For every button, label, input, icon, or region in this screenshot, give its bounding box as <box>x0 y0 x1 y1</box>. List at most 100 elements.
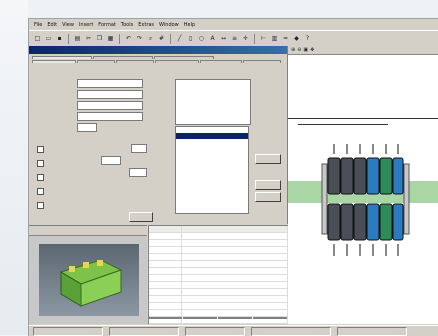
layer-icon[interactable]: ≡ <box>230 34 239 44</box>
save-icon[interactable]: ▪ <box>55 34 64 44</box>
table-row[interactable] <box>149 233 288 240</box>
form-field-small[interactable] <box>77 123 97 132</box>
checkbox[interactable] <box>37 146 44 153</box>
article-list[interactable] <box>175 126 249 214</box>
marker-icon[interactable]: ◆ <box>292 34 301 44</box>
form-row <box>35 122 155 133</box>
category-tree[interactable] <box>175 79 251 125</box>
table-row[interactable] <box>149 296 288 303</box>
dialog-tab[interactable] <box>200 60 242 63</box>
table-row[interactable] <box>149 275 288 282</box>
rect-icon[interactable]: ▯ <box>186 34 195 44</box>
drawing-canvas[interactable]: ⊕ ⊖ ▣ ✥ <box>288 46 438 324</box>
measure-icon[interactable]: ⊢ <box>259 34 268 44</box>
table-row[interactable] <box>149 247 288 254</box>
checkbox[interactable] <box>37 160 44 167</box>
form-field[interactable] <box>77 112 143 121</box>
table-row[interactable] <box>149 261 288 268</box>
text-icon[interactable]: A <box>208 34 217 44</box>
form-field[interactable] <box>77 90 143 99</box>
grid-icon[interactable]: # <box>157 34 166 44</box>
dialog-tab[interactable] <box>155 60 199 63</box>
dialog-button[interactable] <box>255 192 281 202</box>
open-icon[interactable]: ▭ <box>44 34 53 44</box>
3d-viewport[interactable] <box>39 244 139 316</box>
parts-table-panel <box>148 225 288 331</box>
value-field[interactable] <box>101 156 121 165</box>
menu-tools[interactable]: Tools <box>120 22 134 28</box>
menu-format[interactable]: Format <box>97 22 117 28</box>
table-row[interactable] <box>149 254 288 261</box>
form-row <box>35 89 155 100</box>
rail-icon[interactable]: ═ <box>281 34 290 44</box>
checkbox[interactable] <box>37 188 44 195</box>
table-row[interactable] <box>149 289 288 296</box>
dimension-icon[interactable]: ↔ <box>219 34 228 44</box>
dialog-tab[interactable] <box>154 56 214 59</box>
print-icon[interactable]: ▤ <box>73 34 82 44</box>
value-field[interactable] <box>129 168 147 177</box>
properties-dialog <box>29 46 288 224</box>
redo-icon[interactable]: ↷ <box>135 34 144 44</box>
menu-window[interactable]: Window <box>158 22 180 28</box>
circle-icon[interactable]: ○ <box>197 34 206 44</box>
preview-header <box>29 226 147 236</box>
dialog-tab[interactable] <box>243 60 281 63</box>
menu-insert[interactable]: Insert <box>78 22 94 28</box>
checkbox[interactable] <box>37 174 44 181</box>
table-row[interactable] <box>149 240 288 247</box>
line-icon[interactable]: ╱ <box>175 34 184 44</box>
tree-item[interactable] <box>177 111 249 116</box>
form-row <box>35 100 155 111</box>
3d-preview-panel <box>29 225 147 324</box>
dialog-tab[interactable] <box>32 56 92 59</box>
table-row[interactable] <box>149 282 288 289</box>
menu-help[interactable]: Help <box>183 22 196 28</box>
menu-view[interactable]: View <box>61 22 75 28</box>
value-field[interactable] <box>131 144 147 153</box>
menu-bar: File Edit View Insert Format Tools Extra… <box>29 19 438 30</box>
bottom-tab[interactable] <box>183 317 217 319</box>
table-header[interactable] <box>182 226 288 232</box>
table-row[interactable] <box>149 268 288 275</box>
list-item[interactable] <box>176 193 248 199</box>
bottom-tab[interactable] <box>148 317 182 319</box>
bottom-tabs <box>148 317 287 319</box>
form-field[interactable] <box>77 79 143 88</box>
cut-icon[interactable]: ✂ <box>84 34 93 44</box>
dialog-tab[interactable] <box>32 60 76 63</box>
form-field[interactable] <box>77 101 143 110</box>
menu-edit[interactable]: Edit <box>46 22 58 28</box>
form-row <box>35 78 155 89</box>
bottom-tab[interactable] <box>218 317 252 319</box>
copy-icon[interactable]: ❐ <box>95 34 104 44</box>
table-row[interactable] <box>149 303 288 310</box>
bottom-tab[interactable] <box>253 317 287 319</box>
terminal-icon[interactable]: ▥ <box>270 34 279 44</box>
application-window: File Edit View Insert Format Tools Extra… <box>28 18 438 336</box>
menu-extras[interactable]: Extras <box>137 22 155 28</box>
toolbar-separator <box>254 33 255 44</box>
undo-icon[interactable]: ↶ <box>124 34 133 44</box>
checkbox[interactable] <box>37 202 44 209</box>
table-row[interactable] <box>149 310 288 317</box>
snap-icon[interactable]: ✛ <box>241 34 250 44</box>
properties-form <box>35 78 155 133</box>
help-icon[interactable]: ? <box>303 34 312 44</box>
terminal-block-blue <box>366 203 380 241</box>
terminal-block-blue <box>392 157 404 195</box>
dialog-button[interactable] <box>255 180 281 190</box>
dialog-button[interactable] <box>129 212 153 222</box>
dialog-tab[interactable] <box>116 60 154 63</box>
new-icon[interactable]: □ <box>33 34 42 44</box>
terminal-block-green <box>379 157 393 195</box>
table-header[interactable] <box>149 226 182 232</box>
terminal-3d-model-icon <box>59 259 123 307</box>
paste-icon[interactable]: ▦ <box>106 34 115 44</box>
terminal-block-blue <box>392 203 404 241</box>
dialog-tab[interactable] <box>77 60 115 63</box>
zoom-icon[interactable]: ⌕ <box>146 34 155 44</box>
dialog-button[interactable] <box>255 154 281 164</box>
menu-file[interactable]: File <box>33 22 43 28</box>
dialog-tab[interactable] <box>93 56 153 59</box>
